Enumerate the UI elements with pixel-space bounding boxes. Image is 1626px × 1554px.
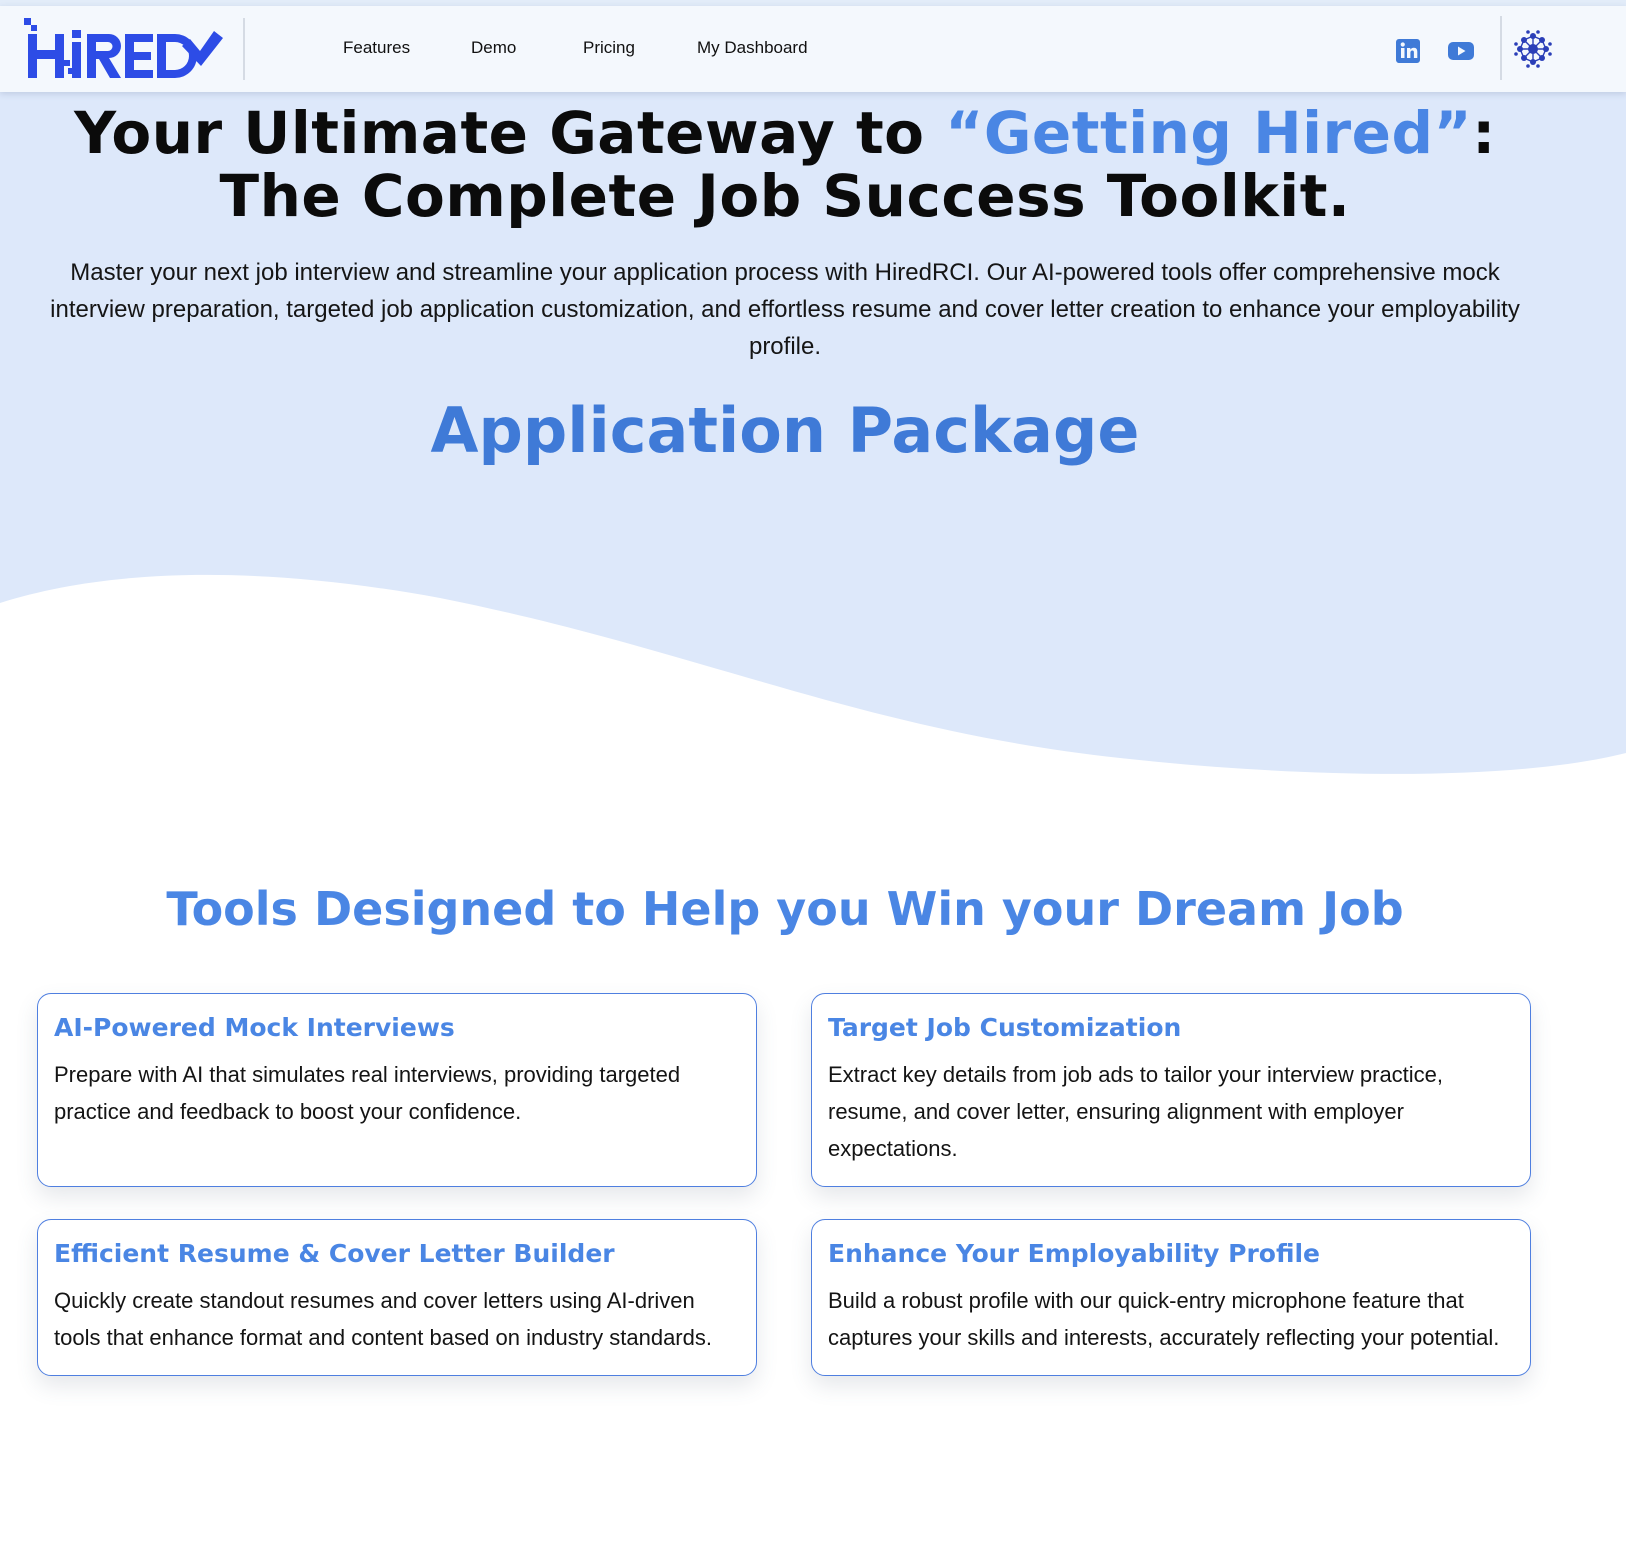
- nav-my-dashboard[interactable]: My Dashboard: [697, 38, 808, 58]
- card-body: Quickly create standout resumes and cove…: [54, 1288, 712, 1350]
- tools-section-title: Tools Designed to Help you Win your Drea…: [166, 882, 1404, 936]
- card-body: Extract key details from job ads to tail…: [828, 1062, 1444, 1161]
- card-title: Efficient Resume & Cover Letter Builder: [54, 1239, 615, 1268]
- card-title: Target Job Customization: [828, 1013, 1182, 1042]
- nav-demo[interactable]: Demo: [471, 38, 516, 58]
- nav-features[interactable]: Features: [343, 38, 410, 58]
- hero-title-part1: Your Ultimate Gateway to: [74, 99, 946, 167]
- card-title: AI-Powered Mock Interviews: [54, 1013, 455, 1042]
- hero-title-colon: :: [1472, 99, 1496, 167]
- hired-logo[interactable]: [24, 16, 224, 84]
- youtube-icon[interactable]: [1446, 36, 1476, 66]
- profile-emblem-icon[interactable]: [1512, 28, 1554, 70]
- hero-subtitle: Master your next job interview and strea…: [50, 259, 1520, 360]
- top-navbar: Features Demo Pricing My Dashboard: [0, 6, 1626, 92]
- nav-pricing[interactable]: Pricing: [583, 38, 635, 58]
- hero-title: Your Ultimate Gateway to “Getting Hired”…: [0, 102, 1570, 228]
- card-body: Prepare with AI that simulates real inte…: [54, 1062, 681, 1124]
- right-divider: [1500, 16, 1502, 80]
- hero-title-line2: The Complete Job Success Toolkit.: [219, 162, 1351, 230]
- card-body: Build a robust profile with our quick-en…: [828, 1288, 1500, 1350]
- hero-title-highlight: “Getting Hired”: [945, 99, 1473, 167]
- application-package-title: Application Package: [430, 394, 1140, 467]
- feature-card-employability-profile: Enhance Your Employability Profile Build…: [811, 1219, 1531, 1376]
- feature-card-mock-interviews: AI-Powered Mock Interviews Prepare with …: [37, 993, 757, 1187]
- linkedin-icon[interactable]: [1393, 36, 1423, 66]
- logo-divider: [243, 18, 245, 80]
- card-title: Enhance Your Employability Profile: [828, 1239, 1321, 1268]
- feature-card-job-customization: Target Job Customization Extract key det…: [811, 993, 1531, 1187]
- feature-card-resume-builder: Efficient Resume & Cover Letter Builder …: [37, 1219, 757, 1376]
